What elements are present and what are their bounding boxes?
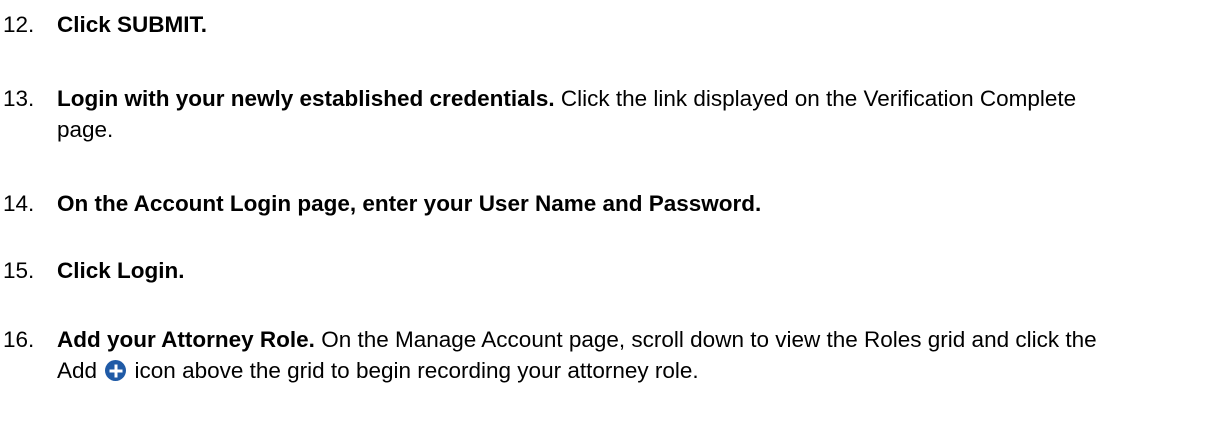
step-15: 15. Click Login. — [0, 255, 1200, 286]
step-16: 16. Add your Attorney Role. On the Manag… — [0, 324, 1200, 386]
step-number: 13. — [3, 86, 35, 111]
step-body: Click SUBMIT. — [57, 9, 1137, 40]
step-12: 12. Click SUBMIT. — [0, 9, 1200, 40]
step-14: 14. On the Account Login page, enter you… — [0, 188, 1200, 219]
step-number: 15. — [3, 258, 35, 283]
add-circle-icon — [105, 360, 127, 381]
step-title: On the Account Login page, enter your Us… — [57, 191, 762, 216]
step-body: Add your Attorney Role. On the Manage Ac… — [57, 324, 1137, 386]
step-text: icon above the grid to begin recording y… — [128, 358, 699, 383]
step-body: Login with your newly established creden… — [57, 83, 1137, 145]
step-title: Add your Attorney Role. — [57, 327, 315, 352]
step-title: Login with your newly established creden… — [57, 86, 555, 111]
step-number: 14. — [3, 191, 35, 216]
step-body: On the Account Login page, enter your Us… — [57, 188, 1137, 219]
step-13: 13. Login with your newly established cr… — [0, 83, 1200, 145]
step-title: Click SUBMIT. — [57, 12, 208, 37]
step-title: Click Login. — [57, 258, 185, 283]
step-number: 12. — [3, 12, 35, 37]
step-number: 16. — [3, 327, 35, 352]
step-body: Click Login. — [57, 255, 1137, 286]
